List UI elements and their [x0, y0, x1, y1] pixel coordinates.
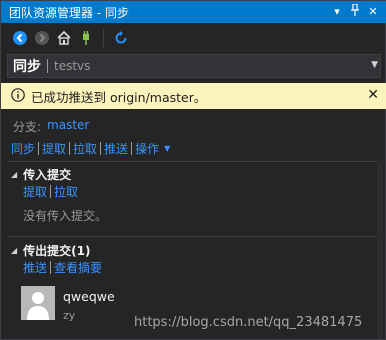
action-separator [50, 261, 52, 274]
outgoing-actions: 推送 查看摘要 [23, 259, 102, 276]
outgoing-commits-header[interactable]: ◢ 传出提交(1) [11, 242, 90, 259]
toolbar-separator [103, 29, 104, 47]
sync-link[interactable]: 同步 [11, 140, 35, 157]
push-link[interactable]: 推送 [104, 140, 128, 157]
commit-author: zy [63, 309, 76, 322]
notification-message: 已成功推送到 origin/master。 [31, 89, 207, 105]
dropdown-icon[interactable]: ▾ [329, 4, 345, 20]
pull-link[interactable]: 拉取 [73, 140, 97, 157]
avatar [21, 286, 55, 320]
toolbar [1, 24, 386, 52]
connect-icon[interactable] [77, 29, 95, 47]
fetch-link[interactable]: 提取 [42, 140, 66, 157]
team-explorer-window: 团队资源管理器 - 同步 ▾ ✕ 同步 testvs ▼ 已成功推送到 orig… [0, 0, 386, 340]
window-title: 团队资源管理器 - 同步 [9, 5, 129, 20]
back-icon[interactable] [11, 29, 29, 47]
refresh-icon[interactable] [112, 29, 130, 47]
section-divider [7, 236, 379, 237]
collapse-icon[interactable]: ◢ [11, 246, 17, 255]
incoming-fetch-link[interactable]: 提取 [23, 183, 47, 200]
actions-dropdown-icon[interactable]: ▼ [164, 144, 170, 153]
action-separator [38, 142, 40, 155]
title-bar: 团队资源管理器 - 同步 ▾ ✕ [1, 1, 386, 23]
commit-message: qweqwe [63, 289, 115, 304]
watermark-text: https://blog.csdn.net/qq_23481475 [134, 315, 363, 330]
outgoing-commits-title: 传出提交(1) [23, 244, 91, 258]
page-navigation[interactable]: 同步 testvs ▼ [7, 54, 381, 78]
home-icon[interactable] [55, 29, 73, 47]
action-separator [131, 142, 133, 155]
branch-link[interactable]: master [47, 118, 89, 135]
page-title: 同步 [13, 59, 41, 75]
navbar-divider [47, 59, 48, 73]
close-notification-icon[interactable]: ✕ [367, 87, 379, 103]
incoming-commits-title: 传入提交 [23, 168, 72, 182]
chevron-down-icon[interactable]: ▼ [371, 60, 378, 70]
collapse-icon[interactable]: ◢ [11, 170, 17, 179]
incoming-pull-link[interactable]: 拉取 [54, 183, 78, 200]
action-separator [50, 185, 52, 198]
incoming-commits-header[interactable]: ◢ 传入提交 [11, 166, 71, 183]
action-separator [69, 142, 71, 155]
close-icon[interactable]: ✕ [365, 4, 381, 20]
incoming-empty-message: 没有传入提交。 [23, 209, 108, 223]
view-summary-link[interactable]: 查看摘要 [54, 259, 102, 276]
info-icon [11, 87, 25, 105]
notification-bar: 已成功推送到 origin/master。 ✕ [1, 83, 386, 109]
repository-name: testvs [54, 59, 91, 73]
forward-icon[interactable] [33, 29, 51, 47]
action-separator [100, 142, 102, 155]
branch-label: 分支: [13, 120, 42, 134]
actions-menu-link[interactable]: 操作 [135, 140, 159, 157]
outgoing-push-link[interactable]: 推送 [23, 259, 47, 276]
branch-info: 分支: master [13, 118, 89, 135]
incoming-actions: 提取 拉取 [23, 183, 78, 200]
sync-actions: 同步 提取 拉取 推送 操作 ▼ [11, 140, 170, 157]
vertical-scrollbar[interactable] [377, 161, 383, 339]
section-divider [7, 161, 379, 162]
pin-icon[interactable] [347, 3, 363, 20]
